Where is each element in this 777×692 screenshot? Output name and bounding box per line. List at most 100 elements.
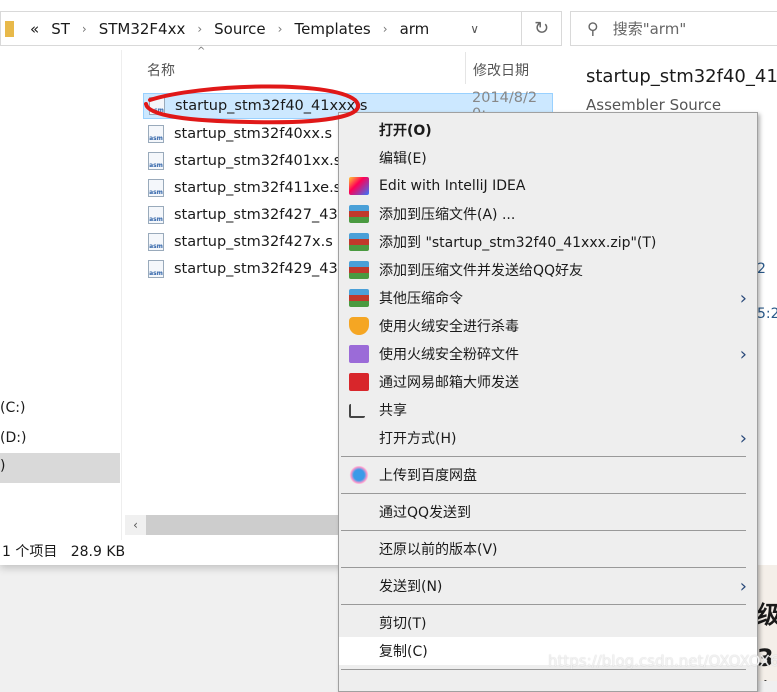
menu-item[interactable]: 发送到(N) ›	[339, 572, 757, 600]
file-name: startup_stm32f401xx.s	[174, 153, 342, 169]
search-placeholder: 搜索"arm"	[612, 20, 687, 38]
intellij-icon	[349, 177, 369, 195]
menu-item[interactable]: 共享	[339, 396, 757, 424]
shredder-icon	[349, 345, 369, 363]
menu-item[interactable]: 添加到压缩文件(A) ...	[339, 200, 757, 228]
menu-separator	[339, 526, 757, 535]
menu-item-label: 通过QQ发送到	[379, 505, 472, 521]
folder-icon	[5, 20, 14, 37]
breadcrumb-source[interactable]: Source	[214, 20, 266, 38]
winrar-icon	[349, 289, 369, 307]
menu-item-label: 编辑(E)	[379, 151, 427, 167]
nav-selected-item[interactable]: )	[0, 453, 120, 483]
menu-item[interactable]: 使用火绒安全粉碎文件 ›	[339, 340, 757, 368]
menu-item-label: 使用火绒安全进行杀毒	[379, 319, 519, 335]
menu-item[interactable]: 添加到压缩文件并发送给QQ好友	[339, 256, 757, 284]
breadcrumb-overflow[interactable]: «	[30, 20, 39, 38]
asm-file-icon: asm	[149, 97, 165, 115]
column-header-date[interactable]: 修改日期	[473, 60, 529, 80]
asm-file-icon: asm	[148, 260, 164, 278]
refresh-button[interactable]: ↻	[521, 12, 561, 45]
menu-separator	[339, 452, 757, 461]
chevron-right-icon[interactable]: ›	[383, 22, 388, 36]
file-name: startup_stm32f40xx.s	[174, 126, 333, 142]
chevron-right-icon[interactable]: ›	[82, 22, 87, 36]
baidu-netdisk-icon	[349, 466, 369, 484]
page-text: 级	[757, 601, 777, 629]
menu-item-label: 共享	[379, 403, 407, 419]
menu-item-label: 通过网易邮箱大师发送	[379, 375, 519, 391]
menu-item[interactable]: Edit with IntelliJ IDEA	[339, 172, 757, 200]
nav-drive-c[interactable]: (C:)	[0, 400, 25, 416]
separator-line	[341, 567, 746, 568]
menu-item[interactable]: 剪切(T)	[339, 609, 757, 637]
asm-file-icon: asm	[148, 233, 164, 251]
menu-item-label: 剪切(T)	[379, 616, 427, 632]
menu-item-label: 打开(O)	[379, 123, 432, 139]
asm-file-icon: asm	[148, 152, 164, 170]
menu-item[interactable]: 编辑(E)	[339, 144, 757, 172]
menu-item[interactable]: 上传到百度网盘	[339, 461, 757, 489]
menu-item[interactable]: 其他压缩命令 ›	[339, 284, 757, 312]
menu-item-label: Edit with IntelliJ IDEA	[379, 178, 526, 194]
column-divider[interactable]	[465, 52, 466, 84]
nav-drive-d[interactable]: (D:)	[0, 430, 26, 446]
address-bar[interactable]: « ST › STM32F4xx › Source › Templates › arm …	[0, 11, 562, 46]
horizontal-scrollbar[interactable]: ‹	[125, 515, 340, 535]
menu-item-label: 添加到 "startup_stm32f40_41xxx.zip"(T)	[379, 235, 657, 251]
watermark: https://blog.csdn.net/OXOXOX6	[548, 652, 777, 670]
share-icon	[349, 404, 365, 418]
chevron-right-icon[interactable]: ›	[197, 22, 202, 36]
menu-separator	[339, 600, 757, 609]
menu-item[interactable]: 通过网易邮箱大师发送	[339, 368, 757, 396]
chevron-right-icon: ›	[739, 287, 747, 309]
asm-file-icon: asm	[148, 125, 164, 143]
chevron-right-icon[interactable]: ›	[278, 22, 283, 36]
scroll-left-icon[interactable]: ‹	[125, 515, 146, 535]
menu-item-label: 还原以前的版本(V)	[379, 542, 498, 558]
menu-item-label: 发送到(N)	[379, 579, 443, 595]
menu-item-label: 其他压缩命令	[379, 291, 463, 307]
menu-item[interactable]: 使用火绒安全进行杀毒	[339, 312, 757, 340]
menu-separator	[339, 489, 757, 498]
details-fragment: 2	[757, 261, 766, 277]
winrar-icon	[349, 205, 369, 223]
menu-item-label: 复制(C)	[379, 644, 428, 660]
navigation-pane: (C:) (D:) )	[0, 50, 122, 540]
file-name: startup_stm32f429_439	[174, 261, 347, 277]
menu-item[interactable]: 添加到 "startup_stm32f40_41xxx.zip"(T)	[339, 228, 757, 256]
winrar-icon	[349, 233, 369, 251]
huorong-shield-icon	[349, 317, 369, 335]
chevron-right-icon: ›	[739, 427, 747, 449]
separator-line	[341, 493, 746, 494]
netease-mail-icon	[349, 373, 369, 391]
file-name: startup_stm32f427_437	[174, 207, 347, 223]
menu-item-label: 上传到百度网盘	[379, 468, 477, 484]
menu-item[interactable]: 通过QQ发送到	[339, 498, 757, 526]
context-menu: 打开(O) 编辑(E) Edit with IntelliJ IDEA 添加到压缩文件…	[338, 112, 758, 692]
status-bar-text: 1 个项目 28.9 KB	[2, 544, 126, 560]
menu-item-label: 添加到压缩文件并发送给QQ好友	[379, 263, 584, 279]
breadcrumb-stm32f4xx[interactable]: STM32F4xx	[99, 20, 186, 38]
menu-item[interactable]: 还原以前的版本(V)	[339, 535, 757, 563]
separator-line	[341, 456, 746, 457]
column-header-name[interactable]: 名称	[147, 60, 175, 80]
breadcrumb-arm[interactable]: arm	[400, 20, 430, 38]
search-input[interactable]: ⚲ 搜索"arm"	[570, 11, 777, 46]
chevron-down-icon[interactable]: ∨	[470, 22, 479, 36]
file-name: startup_stm32f411xe.s	[174, 180, 342, 196]
asm-file-icon: asm	[148, 206, 164, 224]
winrar-icon	[349, 261, 369, 279]
menu-item[interactable]: 打开(O)	[339, 116, 757, 144]
menu-item-label: 添加到压缩文件(A) ...	[379, 207, 516, 223]
breadcrumb-templates[interactable]: Templates	[294, 20, 370, 38]
details-fragment: 5:2	[757, 306, 777, 322]
separator-line	[341, 530, 746, 531]
menu-separator	[339, 563, 757, 572]
breadcrumb-st[interactable]: ST	[51, 20, 70, 38]
menu-item[interactable]: 打开方式(H) ›	[339, 424, 757, 452]
menu-item-label: 打开方式(H)	[379, 431, 457, 447]
nav-item-label: )	[0, 458, 6, 474]
asm-file-icon: asm	[148, 179, 164, 197]
details-title: startup_stm32f40_41	[586, 66, 777, 87]
